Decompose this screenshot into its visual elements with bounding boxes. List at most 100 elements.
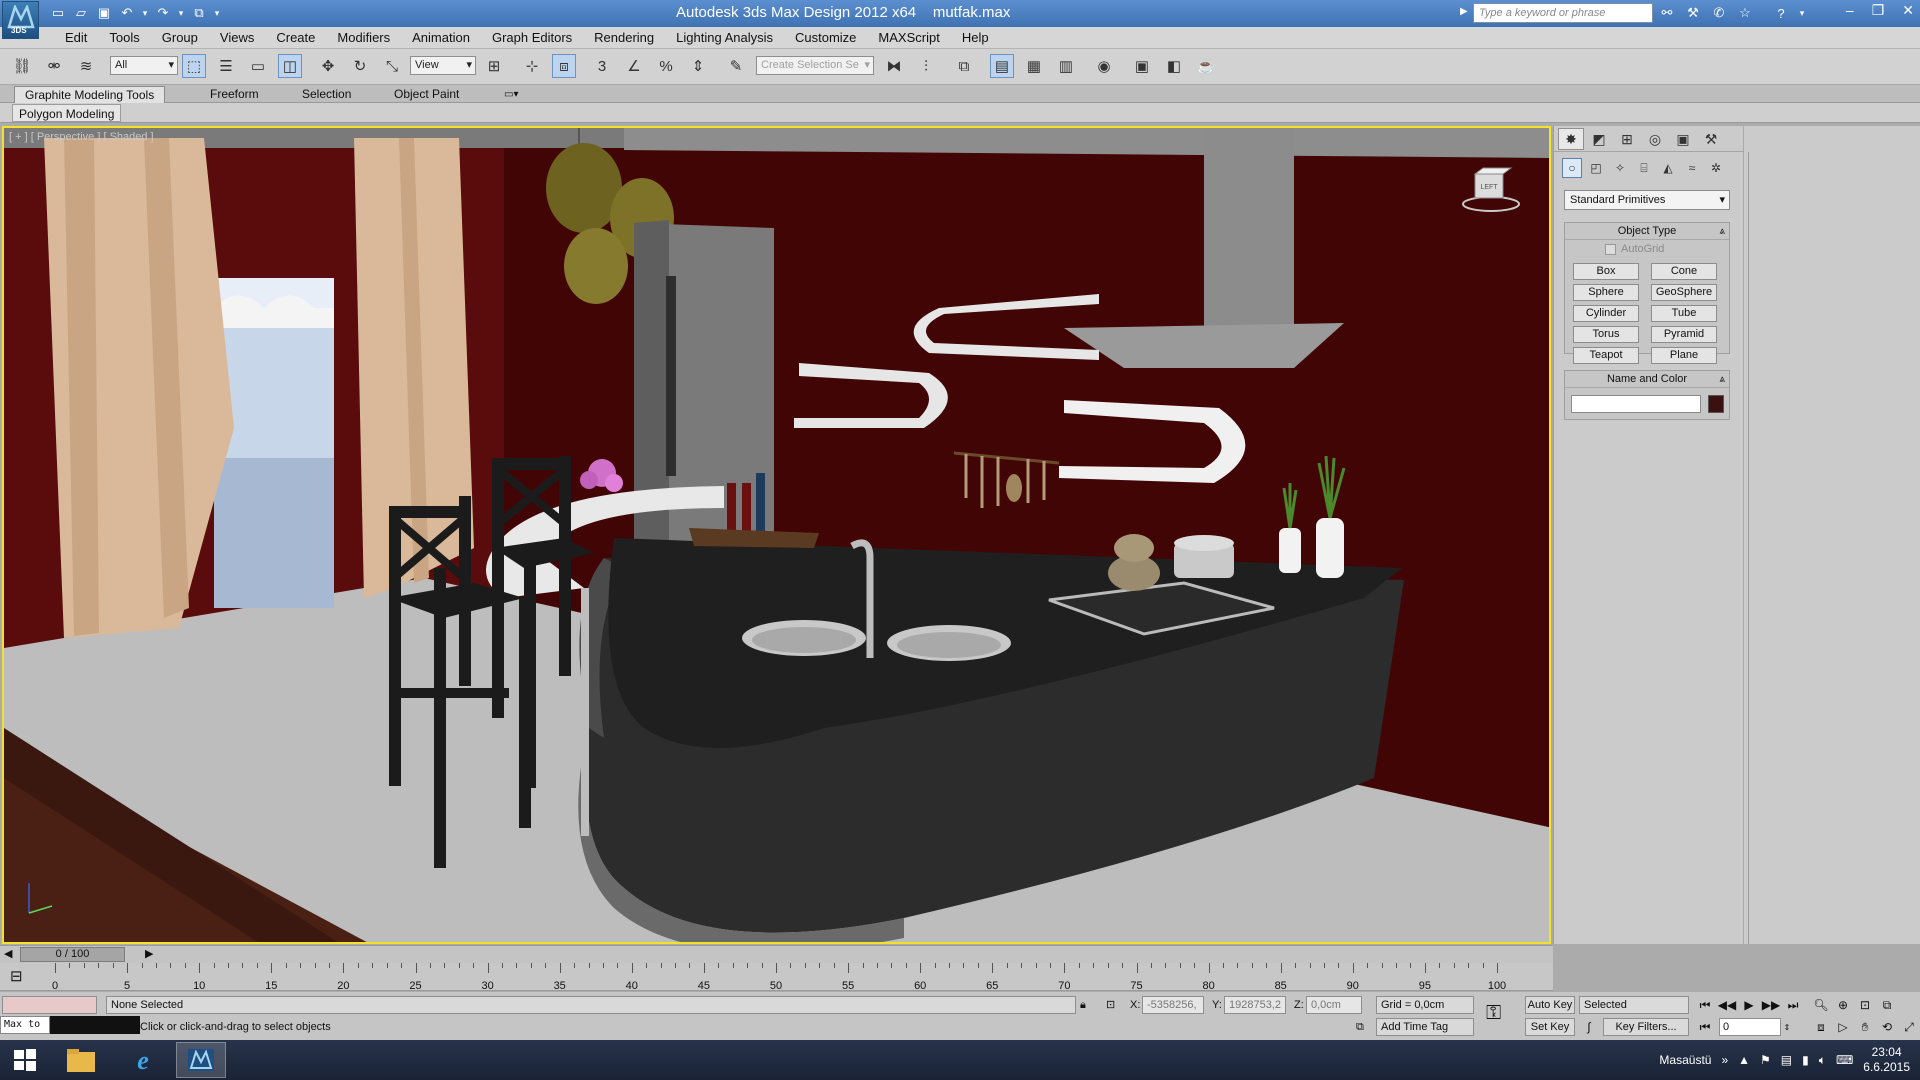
x-coordinate-field[interactable]: -5358256, — [1142, 996, 1204, 1014]
pyramid-button[interactable]: Pyramid — [1651, 326, 1717, 343]
cone-button[interactable]: Cone — [1651, 263, 1717, 280]
select-and-scale-icon[interactable]: ⤡ — [380, 54, 404, 78]
select-by-name-icon[interactable]: ☰ — [214, 54, 238, 78]
collapse-icon[interactable]: ⩓ — [1719, 371, 1725, 388]
undo-dropdown-icon[interactable]: ▾ — [140, 3, 150, 23]
frame-ruler[interactable]: 0 5 10 15 20 25 30 35 40 45 50 55 60 65 70 75 80 85 90 95 10… — [52, 963, 1506, 992]
select-and-rotate-icon[interactable]: ↻ — [348, 54, 372, 78]
render-setup-icon[interactable]: ▣ — [1130, 54, 1154, 78]
undo-icon[interactable]: ↶ — [117, 3, 137, 23]
minimize-icon[interactable]: – — [1846, 2, 1854, 19]
key-mode-dropdown[interactable]: Selected — [1579, 996, 1689, 1014]
communication-center-icon[interactable]: ✆ — [1709, 3, 1729, 23]
sphere-button[interactable]: Sphere — [1573, 284, 1639, 301]
search-expand-icon[interactable]: ▶ — [1460, 6, 1468, 17]
time-slider[interactable]: ◀ 0 / 100 ▶ — [0, 945, 1553, 963]
zoom-extents-all-icon[interactable]: ⧉ — [1877, 996, 1897, 1014]
close-icon[interactable]: ✕ — [1902, 2, 1914, 19]
time-slider-thumb[interactable]: 0 / 100 — [20, 947, 125, 962]
go-to-start-icon[interactable]: ⏮ — [1695, 996, 1715, 1014]
tab-selection[interactable]: Selection — [292, 86, 361, 103]
zoom-extents-icon[interactable]: ⊡ — [1855, 996, 1875, 1014]
rendered-frame-window-icon[interactable]: ◧ — [1162, 54, 1186, 78]
object-type-header[interactable]: Object Type ⩓ — [1565, 223, 1729, 240]
primitive-category-dropdown[interactable]: Standard Primitives — [1564, 190, 1730, 210]
network-icon[interactable]: ▤ — [1781, 1053, 1792, 1067]
menu-tools[interactable]: Tools — [98, 27, 150, 49]
select-and-move-icon[interactable]: ✥ — [316, 54, 340, 78]
help-icon[interactable]: ? — [1771, 3, 1791, 23]
redo-dropdown-icon[interactable]: ▾ — [176, 3, 186, 23]
go-to-end-icon[interactable]: ⏭ — [1783, 996, 1803, 1014]
help-dropdown-icon[interactable]: ▾ — [1797, 3, 1807, 23]
help-search-input[interactable]: Type a keyword or phrase — [1473, 3, 1653, 23]
polygon-modeling-panel[interactable]: Polygon Modeling — [12, 104, 122, 122]
snaps-toggle-icon[interactable]: 3 — [590, 54, 614, 78]
name-and-color-header[interactable]: Name and Color ⩓ — [1565, 371, 1729, 388]
set-key-mode-key-icon[interactable]: ⚿ — [1486, 1003, 1501, 1023]
utilities-tab-icon[interactable]: ⚒ — [1698, 128, 1724, 150]
3ds-max-taskbar[interactable] — [176, 1042, 226, 1078]
ribbon-options-icon[interactable]: ▭▾ — [494, 86, 528, 103]
tab-object-paint[interactable]: Object Paint — [384, 86, 469, 103]
qat-dropdown-icon[interactable]: ▾ — [212, 3, 222, 23]
favorites-icon[interactable]: ☆ — [1735, 3, 1755, 23]
edit-named-selection-icon[interactable]: ✎ — [724, 54, 748, 78]
create-tab-icon[interactable]: ✸ — [1558, 128, 1584, 150]
time-tag-icon[interactable]: ⧉ — [1356, 1018, 1364, 1036]
maxscript-listener-input[interactable]: Max to — [0, 1016, 50, 1034]
field-of-view-icon[interactable]: ▷ — [1833, 1018, 1853, 1036]
space-warps-icon[interactable]: ≈ — [1682, 158, 1702, 178]
save-icon[interactable]: ▣ — [94, 3, 114, 23]
project-folder-icon[interactable]: ⧉ — [189, 3, 209, 23]
track-bar-menu-icon[interactable]: ⊟ — [10, 967, 23, 985]
play-icon[interactable]: ▶ — [1739, 996, 1759, 1014]
bind-to-space-warp-icon[interactable]: ≋ — [74, 54, 98, 78]
z-coordinate-field[interactable]: 0,0cm — [1306, 996, 1362, 1014]
time-configuration-icon[interactable]: ⧈ — [1811, 1018, 1831, 1036]
menu-edit[interactable]: Edit — [54, 27, 98, 49]
perspective-viewport[interactable]: [ + ] [ Perspective ] [ Shaded ] LEFT — [2, 126, 1551, 944]
internet-explorer-taskbar[interactable]: e — [118, 1042, 168, 1078]
modify-tab-icon[interactable]: ◩ — [1586, 128, 1612, 150]
track-bar[interactable]: ⊟ 0 5 10 15 20 25 30 35 40 45 50 55 60 65 70 75 80 85 90 95… — [0, 963, 1553, 992]
motion-tab-icon[interactable]: ◎ — [1642, 128, 1668, 150]
frame-spinner-icon[interactable]: ⇕ — [1781, 1018, 1793, 1036]
material-editor-icon[interactable]: ◉ — [1092, 54, 1116, 78]
default-in-out-tangent-icon[interactable]: ∫ — [1579, 1018, 1599, 1036]
spinner-snap-icon[interactable]: ⇕ — [686, 54, 710, 78]
hierarchy-tab-icon[interactable]: ⊞ — [1614, 128, 1640, 150]
clock[interactable]: 23:04 6.6.2015 — [1863, 1045, 1910, 1075]
render-production-icon[interactable]: ☕ — [1194, 54, 1218, 78]
listener-mini-window[interactable] — [2, 996, 97, 1014]
selection-filter-dropdown[interactable]: All — [110, 56, 178, 75]
next-frame-arrow-icon[interactable]: ▶ — [145, 947, 153, 960]
menu-graph-editors[interactable]: Graph Editors — [481, 27, 583, 49]
start-button[interactable] — [0, 1042, 50, 1078]
cameras-icon[interactable]: ⌸ — [1634, 158, 1654, 178]
orbit-icon[interactable]: ⟲ — [1877, 1018, 1897, 1036]
open-file-icon[interactable]: ▱ — [71, 3, 91, 23]
menu-views[interactable]: Views — [209, 27, 265, 49]
tube-button[interactable]: Tube — [1651, 305, 1717, 322]
unlink-icon[interactable]: ⚮ — [42, 54, 66, 78]
lock-selection-icon[interactable]: 🔒︎ — [1080, 996, 1086, 1014]
menu-modifiers[interactable]: Modifiers — [326, 27, 401, 49]
desktop-toolbar-label[interactable]: Masaüstü — [1659, 1053, 1711, 1067]
add-time-tag-button[interactable]: Add Time Tag — [1376, 1018, 1474, 1036]
absolute-mode-icon[interactable]: ⊡ — [1106, 996, 1115, 1014]
systems-icon[interactable]: ✲ — [1706, 158, 1726, 178]
keyboard-shortcut-override-icon[interactable]: ⧈ — [552, 54, 576, 78]
key-filters-button[interactable]: Key Filters... — [1603, 1018, 1689, 1036]
y-coordinate-field[interactable]: 1928753,2 — [1224, 996, 1286, 1014]
menu-maxscript[interactable]: MAXScript — [867, 27, 950, 49]
menu-animation[interactable]: Animation — [401, 27, 481, 49]
cylinder-button[interactable]: Cylinder — [1573, 305, 1639, 322]
zoom-icon[interactable]: 🔍︎ — [1811, 996, 1831, 1014]
show-hidden-icons[interactable]: ▲ — [1738, 1053, 1750, 1067]
teapot-button[interactable]: Teapot — [1573, 347, 1639, 364]
helpers-icon[interactable]: ◭ — [1658, 158, 1678, 178]
plane-button[interactable]: Plane — [1651, 347, 1717, 364]
object-name-input[interactable] — [1571, 395, 1701, 413]
battery-icon[interactable]: ▮ — [1802, 1053, 1809, 1067]
